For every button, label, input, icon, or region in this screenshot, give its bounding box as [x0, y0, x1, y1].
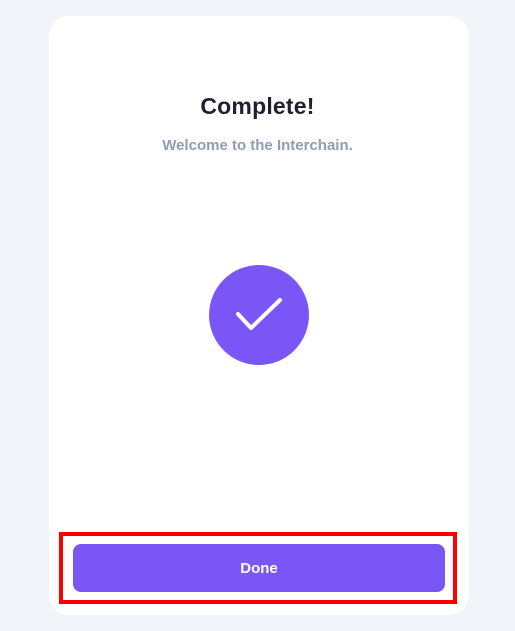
checkmark-icon [236, 298, 282, 330]
welcome-subtitle: Welcome to the Interchain. [162, 137, 353, 154]
success-badge [209, 265, 309, 365]
page-title: Complete! [200, 93, 315, 119]
done-button[interactable]: Done [73, 544, 445, 592]
